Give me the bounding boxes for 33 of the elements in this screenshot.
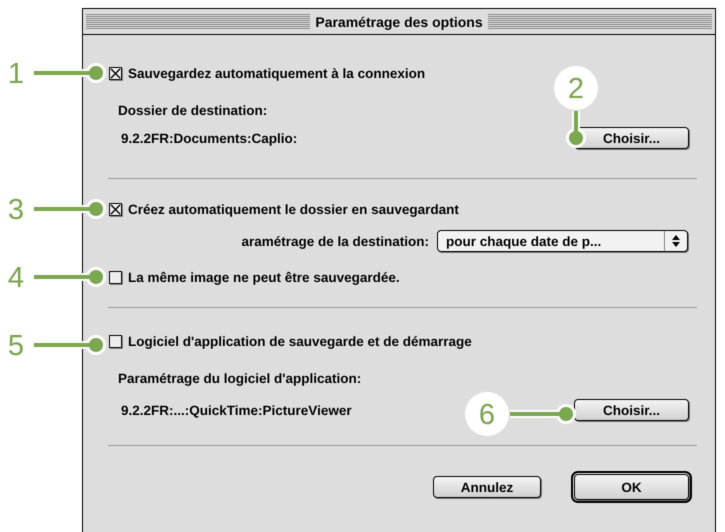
cross-icon bbox=[110, 204, 121, 214]
callout-number: 2 bbox=[568, 73, 584, 105]
checkbox-label: Créez automatiquement le dossier en sauvegardant bbox=[128, 202, 459, 216]
leader-line bbox=[34, 335, 106, 355]
callout-number: 5 bbox=[8, 330, 24, 362]
folder-path: 9.2.2FR:Documents:Caplio: bbox=[121, 130, 298, 146]
checkbox-label: Sauvegardez automatiquement à la connexion bbox=[128, 66, 426, 80]
checkbox-label: Logiciel d'application de sauvegarde et de démarrage bbox=[128, 334, 472, 348]
callout-number: 1 bbox=[8, 58, 24, 90]
choose-button[interactable]: Choisir... bbox=[574, 127, 689, 149]
checkbox[interactable] bbox=[109, 270, 122, 284]
destination-select[interactable]: pour chaque date de p... bbox=[437, 230, 688, 252]
dialog-button[interactable]: Annulez bbox=[433, 476, 541, 498]
field-label: Paramétrage du logiciel d'application: bbox=[118, 370, 362, 386]
cross-icon bbox=[110, 68, 121, 78]
select-label: aramétrage de la destination: bbox=[241, 234, 429, 248]
callout-number: 6 bbox=[478, 399, 496, 431]
callout-number: 4 bbox=[8, 262, 24, 294]
dialog-button[interactable]: OK bbox=[574, 474, 689, 500]
field-label: Dossier de destination: bbox=[118, 102, 268, 118]
callout-number: 3 bbox=[8, 194, 24, 226]
checkbox-label: La même image ne peut être sauvegardée. bbox=[128, 270, 400, 284]
checkbox[interactable] bbox=[109, 202, 122, 216]
leader-line bbox=[34, 267, 106, 287]
leader-line bbox=[34, 199, 106, 219]
callout-badge bbox=[465, 392, 509, 436]
window-title: Paramétrage des options bbox=[310, 12, 488, 30]
folder-path: 9.2.2FR:...:QuickTime:PictureViewer bbox=[121, 402, 352, 418]
checkbox[interactable] bbox=[109, 334, 122, 348]
choose-button[interactable]: Choisir... bbox=[574, 399, 689, 421]
callout-badge bbox=[554, 66, 598, 110]
leader-line bbox=[34, 63, 106, 83]
checkbox[interactable] bbox=[109, 66, 122, 80]
